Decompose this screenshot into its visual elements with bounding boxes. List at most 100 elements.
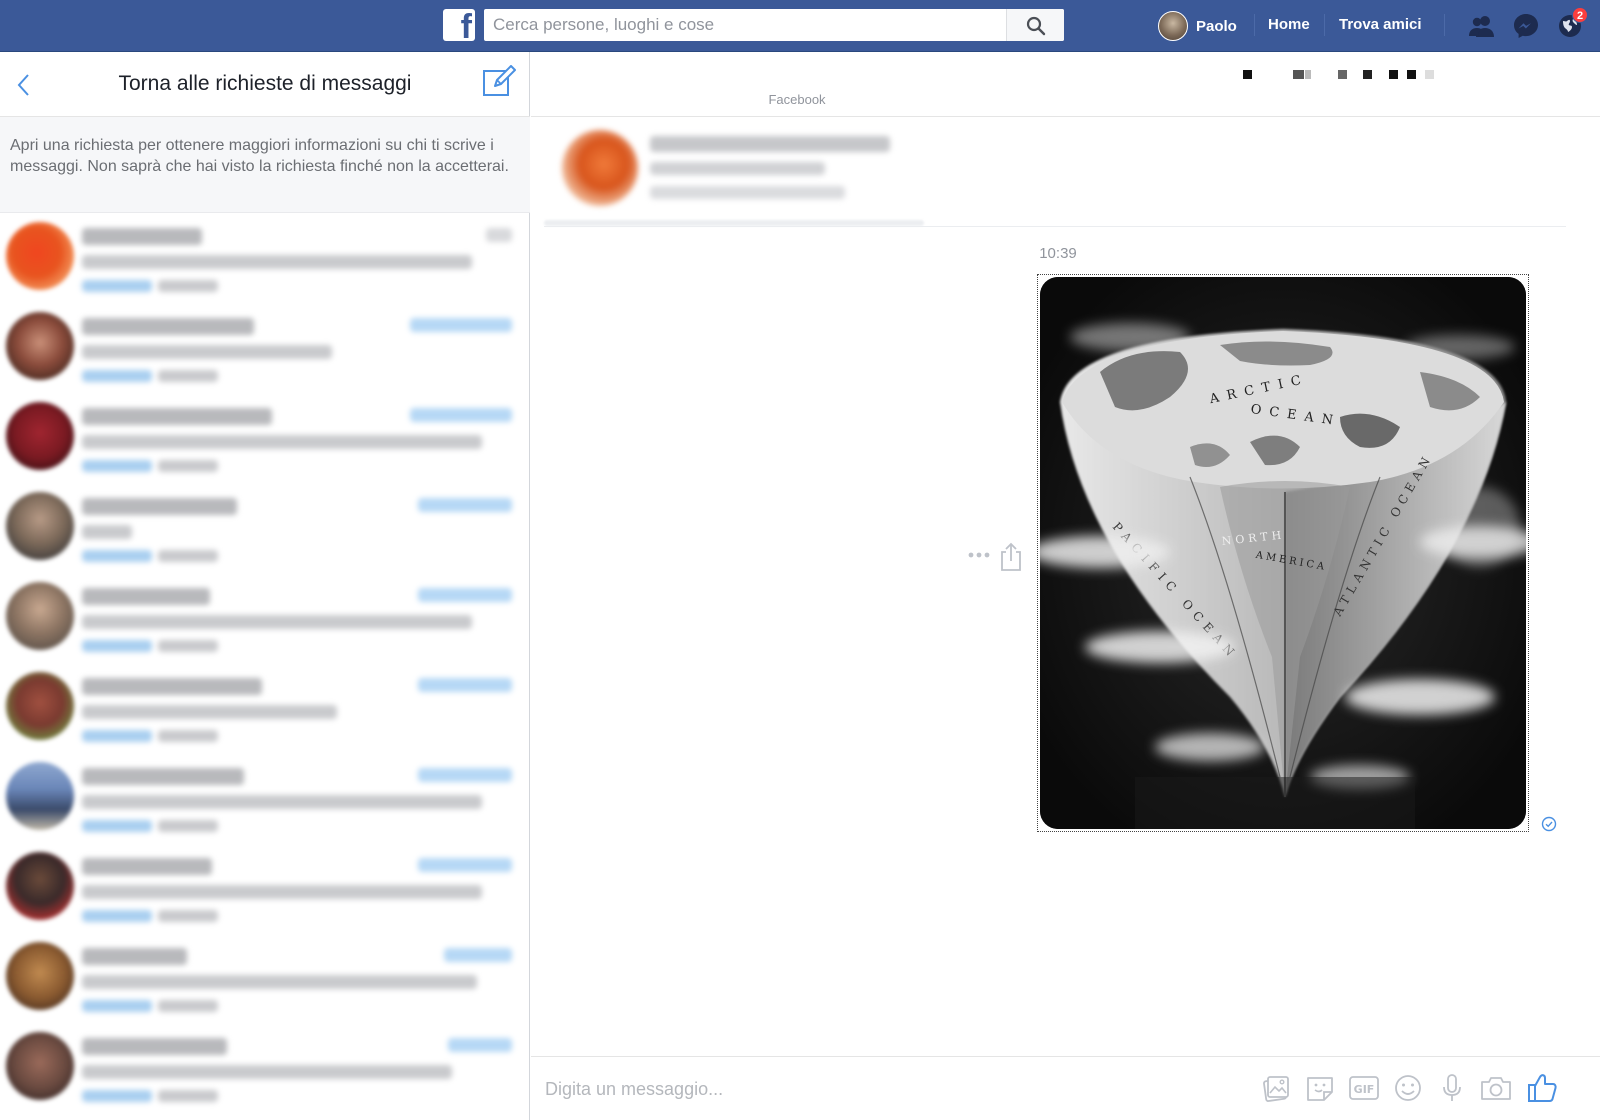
requests-info-text: Apri una richiesta per ottenere maggiori… <box>0 117 530 213</box>
blurred-time <box>410 408 512 422</box>
message-actions <box>967 542 1027 572</box>
left-panel-header: Torna alle richieste di messaggi <box>0 52 530 117</box>
blurred-preview <box>82 705 337 719</box>
conversation-panel: Facebook 10:39 ARCTIC OCEAN NORTH AMERIC… <box>531 52 1600 1120</box>
nav-separator <box>1444 14 1445 36</box>
blurred-tag <box>82 730 152 742</box>
camera-icon[interactable] <box>1479 1071 1513 1105</box>
avatar <box>6 312 74 380</box>
svg-text:GIF: GIF <box>1354 1083 1375 1096</box>
blurred-tag <box>82 910 152 922</box>
blurred-name <box>82 678 262 695</box>
notifications-badge: 2 <box>1572 7 1588 23</box>
avatar <box>1158 11 1188 41</box>
gif-icon[interactable]: GIF <box>1347 1071 1381 1105</box>
search-input[interactable] <box>484 9 1004 41</box>
list-item[interactable] <box>0 214 530 304</box>
list-item[interactable] <box>0 484 530 574</box>
message-requests-panel: Torna alle richieste di messaggi Apri un… <box>0 52 530 1120</box>
top-navigation-bar: f Paolo Home Trova amici 2 <box>0 0 1600 52</box>
blurred-time <box>418 588 512 602</box>
list-item[interactable] <box>0 754 530 844</box>
blurred-tag <box>82 820 152 832</box>
profile-link[interactable]: Paolo <box>1158 10 1237 42</box>
list-item[interactable] <box>0 304 530 394</box>
friend-requests-icon[interactable] <box>1468 12 1496 40</box>
user-name: Paolo <box>1196 17 1237 35</box>
microphone-icon[interactable] <box>1435 1071 1469 1105</box>
blurred-tag <box>82 640 152 652</box>
blurred-preview <box>82 615 472 629</box>
blurred-tag <box>82 280 152 292</box>
earth-cone-illustration: ARCTIC OCEAN NORTH AMERICA PACIFIC OCEAN… <box>1040 277 1526 829</box>
messenger-icon[interactable] <box>1512 12 1540 40</box>
sent-check-icon <box>1541 816 1557 832</box>
avatar <box>6 582 74 650</box>
blurred-tag <box>158 730 218 742</box>
divider <box>544 226 1566 227</box>
blurred-name <box>82 1038 227 1055</box>
message-input[interactable] <box>545 1075 1225 1103</box>
blurred-preview <box>82 885 482 899</box>
blurred-tag <box>82 1000 152 1012</box>
sender-profile-card[interactable] <box>544 130 1564 226</box>
blurred-detail <box>650 186 845 199</box>
blurred-tag <box>82 1090 152 1102</box>
more-options-icon[interactable] <box>967 550 991 560</box>
list-item[interactable] <box>0 574 530 664</box>
blurred-tag <box>158 550 218 562</box>
list-item[interactable] <box>0 1024 530 1114</box>
sticker-icon[interactable] <box>1303 1071 1337 1105</box>
search-icon <box>1026 16 1046 36</box>
blurred-tag <box>158 370 218 382</box>
share-icon[interactable] <box>999 542 1023 572</box>
nav-separator <box>1324 14 1325 36</box>
blurred-name <box>82 858 212 875</box>
blurred-time <box>418 678 512 692</box>
blurred-name <box>650 136 890 152</box>
blurred-tag <box>82 460 152 472</box>
avatar <box>6 492 74 560</box>
blurred-tag <box>158 640 218 652</box>
blurred-time <box>418 768 512 782</box>
emoji-icon[interactable] <box>1391 1071 1425 1105</box>
shared-image[interactable]: ARCTIC OCEAN NORTH AMERICA PACIFIC OCEAN… <box>1040 277 1526 829</box>
blurred-name <box>82 768 244 785</box>
blurred-time <box>486 228 512 242</box>
list-item[interactable] <box>0 844 530 934</box>
blurred-tag <box>158 1000 218 1012</box>
blurred-tag <box>158 1090 218 1102</box>
blurred-tag <box>158 820 218 832</box>
avatar <box>6 762 74 830</box>
blurred-preview <box>82 255 472 269</box>
blurred-detail <box>650 162 825 175</box>
blurred-preview <box>82 435 482 449</box>
blurred-name <box>82 498 237 515</box>
blurred-name <box>82 228 202 245</box>
conversation-header: Facebook <box>531 52 1600 117</box>
photo-icon[interactable] <box>1259 1071 1293 1105</box>
facebook-logo[interactable]: f <box>443 9 475 44</box>
search-box <box>484 9 1064 41</box>
blurred-preview <box>82 345 332 359</box>
blurred-name <box>82 588 210 605</box>
find-friends-link[interactable]: Trova amici <box>1339 16 1422 33</box>
blurred-time <box>444 948 512 962</box>
photo-message[interactable]: ARCTIC OCEAN NORTH AMERICA PACIFIC OCEAN… <box>1037 274 1529 832</box>
blurred-tag <box>158 460 218 472</box>
blurred-name <box>82 948 187 965</box>
list-item[interactable] <box>0 664 530 754</box>
avatar <box>562 130 638 206</box>
thumbs-up-icon[interactable] <box>1525 1071 1559 1105</box>
search-button[interactable] <box>1006 9 1064 41</box>
conversation-subtitle: Facebook <box>768 92 826 107</box>
list-item[interactable] <box>0 934 530 1024</box>
blurred-preview <box>82 1065 452 1079</box>
list-item[interactable] <box>0 394 530 484</box>
message-request-list <box>0 214 530 1114</box>
blurred-tag <box>82 370 152 382</box>
home-link[interactable]: Home <box>1268 16 1310 33</box>
blurred-time <box>448 1038 512 1052</box>
message-timestamp: 10:39 <box>1039 245 1077 262</box>
nav-separator <box>1254 14 1255 36</box>
